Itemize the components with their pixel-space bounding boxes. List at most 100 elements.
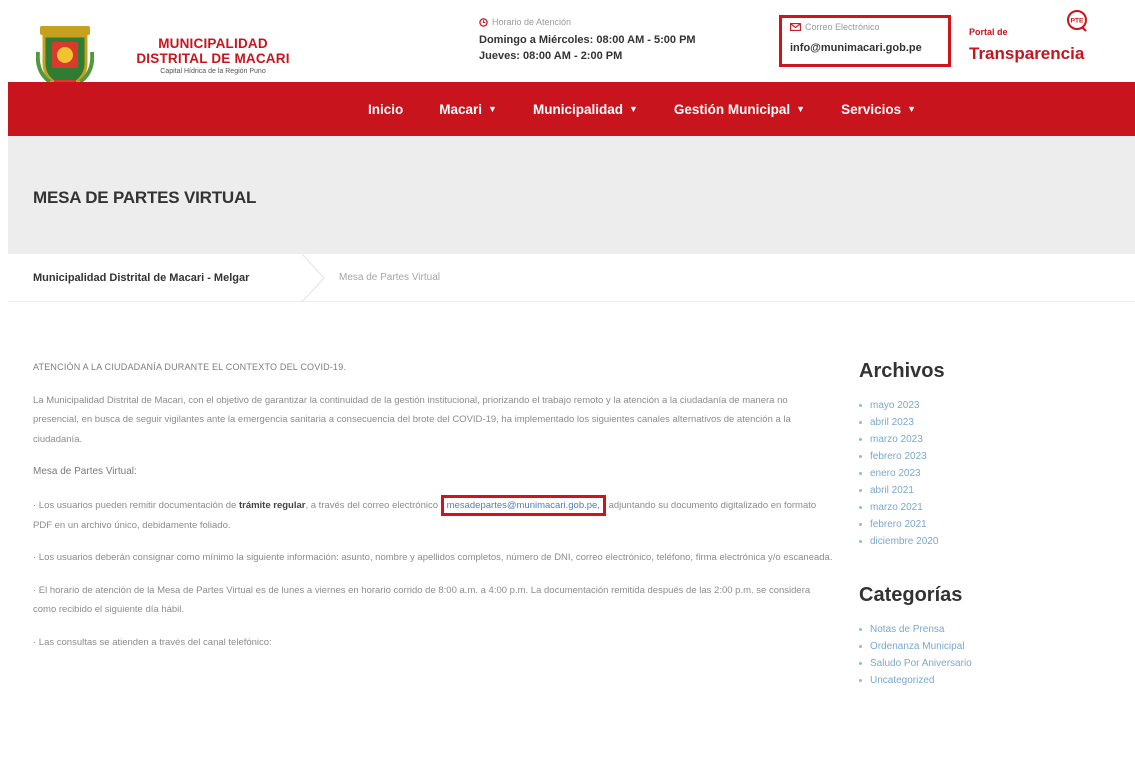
archive-link[interactable]: diciembre 2020 bbox=[870, 533, 938, 550]
p1-text-before: · Los usuarios pueden remitir documentac… bbox=[33, 499, 239, 511]
logo-subtitle: Capital Hídrica de la Región Puno bbox=[160, 68, 266, 75]
archive-item[interactable]: enero 2023 bbox=[859, 465, 1119, 482]
nav-item-label: Macari bbox=[439, 101, 483, 117]
bullet-icon bbox=[859, 404, 862, 407]
breadcrumb-current: Mesa de Partes Virtual bbox=[339, 272, 440, 283]
hours-label-text: Horario de Atención bbox=[492, 17, 572, 27]
bullet-icon bbox=[859, 662, 862, 665]
archive-item[interactable]: marzo 2023 bbox=[859, 431, 1119, 448]
archive-item[interactable]: febrero 2023 bbox=[859, 448, 1119, 465]
article-paragraph-1: · Los usuarios pueden remitir documentac… bbox=[33, 494, 833, 536]
envelope-icon bbox=[790, 23, 801, 31]
caret-down-icon: ▼ bbox=[628, 104, 638, 114]
nav-item-gestion-municipal[interactable]: Gestión Municipal ▼ bbox=[674, 102, 805, 117]
bullet-icon bbox=[859, 540, 862, 543]
category-link[interactable]: Notas de Prensa bbox=[870, 621, 945, 638]
category-link[interactable]: Ordenanza Municipal bbox=[870, 638, 965, 655]
logo-title-line1: MUNICIPALIDAD bbox=[158, 36, 268, 51]
pte-badge-icon: PTE bbox=[1067, 10, 1087, 32]
archive-link[interactable]: mayo 2023 bbox=[870, 397, 919, 414]
article-intro: La Municipalidad Distrital de Macari, co… bbox=[33, 394, 791, 445]
clock-icon bbox=[479, 17, 488, 27]
category-item[interactable]: Ordenanza Municipal bbox=[859, 638, 1119, 655]
bullet-icon bbox=[859, 472, 862, 475]
category-link[interactable]: Uncategorized bbox=[870, 672, 934, 689]
email-label: Correo Electrónico bbox=[790, 22, 880, 32]
office-hours-label: Horario de Atención bbox=[479, 17, 769, 27]
email-address-link[interactable]: info@munimacari.gob.pe bbox=[790, 42, 922, 54]
bullet-icon bbox=[859, 523, 862, 526]
nav-item-label: Inicio bbox=[368, 101, 404, 117]
bullet-icon bbox=[859, 455, 862, 458]
article-headline: ATENCIÓN A LA CIUDADANÍA DURANTE EL CONT… bbox=[33, 362, 347, 372]
p1-text-middle: , a través del correo electrónico bbox=[305, 499, 441, 511]
bullet-icon bbox=[859, 645, 862, 648]
main-navigation: Inicio Macari ▼ Municipalidad ▼ Gestión … bbox=[8, 82, 1135, 136]
transparency-portal-link[interactable]: Portal de Transparencia PTE bbox=[969, 8, 1099, 63]
archive-link[interactable]: abril 2023 bbox=[870, 414, 914, 431]
breadcrumb-separator-icon bbox=[301, 254, 325, 302]
portal-small-text: Portal de bbox=[969, 27, 1008, 37]
archive-link[interactable]: febrero 2023 bbox=[870, 448, 927, 465]
archive-item[interactable]: febrero 2021 bbox=[859, 516, 1119, 533]
archive-item[interactable]: marzo 2021 bbox=[859, 499, 1119, 516]
category-item[interactable]: Saludo Por Aniversario bbox=[859, 655, 1119, 672]
bullet-icon bbox=[859, 679, 862, 682]
archive-item[interactable]: abril 2021 bbox=[859, 482, 1119, 499]
bullet-icon bbox=[859, 421, 862, 424]
hours-line-1: Domingo a Miércoles: 08:00 AM - 5:00 PM bbox=[479, 34, 696, 46]
archive-item[interactable]: diciembre 2020 bbox=[859, 533, 1119, 550]
caret-down-icon: ▼ bbox=[488, 104, 497, 114]
page-title-banner: MESA DE PARTES VIRTUAL bbox=[8, 136, 1135, 254]
email-label-text: Correo Electrónico bbox=[805, 22, 880, 32]
archive-item[interactable]: mayo 2023 bbox=[859, 397, 1119, 414]
bullet-icon bbox=[859, 489, 862, 492]
article-paragraph-4: · Las consultas se atienden a través del… bbox=[33, 636, 272, 648]
archives-heading: Archivos bbox=[859, 360, 945, 382]
bullet-icon bbox=[859, 438, 862, 441]
email-contact-box: Correo Electrónico info@munimacari.gob.p… bbox=[779, 15, 951, 67]
archive-item[interactable]: abril 2023 bbox=[859, 414, 1119, 431]
article-paragraph-2: · Los usuarios deberán consignar como mí… bbox=[33, 552, 833, 563]
archives-list: mayo 2023 abril 2023 marzo 2023 febrero … bbox=[859, 397, 1119, 550]
breadcrumb: Municipalidad Distrital de Macari - Melg… bbox=[8, 254, 1135, 302]
nav-menu: Inicio Macari ▼ Municipalidad ▼ Gestión … bbox=[368, 82, 952, 136]
office-hours: Horario de Atención Domingo a Miércoles:… bbox=[479, 17, 769, 63]
categories-list: Notas de Prensa Ordenanza Municipal Salu… bbox=[859, 621, 1119, 689]
categories-heading: Categorías bbox=[859, 584, 963, 606]
archive-link[interactable]: marzo 2021 bbox=[870, 499, 923, 516]
caret-down-icon: ▼ bbox=[907, 104, 917, 114]
nav-item-macari[interactable]: Macari ▼ bbox=[439, 102, 497, 117]
article-content: ATENCIÓN A LA CIUDADANÍA DURANTE EL CONT… bbox=[33, 358, 833, 652]
page-title: MESA DE PARTES VIRTUAL bbox=[33, 188, 257, 207]
caret-down-icon: ▼ bbox=[796, 104, 806, 114]
bullet-icon bbox=[859, 628, 862, 631]
category-link[interactable]: Saludo Por Aniversario bbox=[870, 655, 972, 672]
site-header: MUNICIPALIDAD DISTRITAL DE MACARI Capita… bbox=[0, 0, 1135, 90]
logo-title-line2: DISTRITAL DE MACARI bbox=[136, 51, 290, 66]
archive-link[interactable]: abril 2021 bbox=[870, 482, 914, 499]
portal-big-text: Transparencia bbox=[969, 44, 1085, 63]
breadcrumb-home-link[interactable]: Municipalidad Distrital de Macari - Melg… bbox=[33, 272, 249, 284]
archive-link[interactable]: enero 2023 bbox=[870, 465, 921, 482]
nav-item-label: Municipalidad bbox=[532, 101, 623, 117]
section-title: Mesa de Partes Virtual: bbox=[33, 466, 137, 477]
category-item[interactable]: Uncategorized bbox=[859, 672, 1119, 689]
logo-title[interactable]: MUNICIPALIDAD DISTRITAL DE MACARI bbox=[128, 36, 298, 66]
municipal-crest-logo[interactable] bbox=[36, 22, 94, 90]
nav-item-servicios[interactable]: Servicios ▼ bbox=[841, 102, 916, 117]
p1-bold-text: trámite regular bbox=[238, 499, 306, 511]
archive-link[interactable]: marzo 2023 bbox=[870, 431, 923, 448]
nav-item-municipalidad[interactable]: Municipalidad ▼ bbox=[533, 102, 638, 117]
category-item[interactable]: Notas de Prensa bbox=[859, 621, 1119, 638]
hours-line-2: Jueves: 08:00 AM - 2:00 PM bbox=[479, 50, 623, 62]
mesa-partes-email-link[interactable]: mesadepartes@munimacari.gob.pe, bbox=[440, 494, 606, 516]
nav-item-inicio[interactable]: Inicio bbox=[368, 102, 403, 117]
archive-link[interactable]: febrero 2021 bbox=[870, 516, 927, 533]
nav-item-label: Gestión Municipal bbox=[673, 101, 791, 117]
bullet-icon bbox=[859, 506, 862, 509]
nav-item-label: Servicios bbox=[841, 101, 902, 117]
article-paragraph-3: · El horario de atención de la Mesa de P… bbox=[33, 584, 811, 616]
sidebar: Archivos mayo 2023 abril 2023 marzo 2023… bbox=[859, 360, 1119, 689]
pte-badge-text: PTE bbox=[1071, 18, 1084, 25]
